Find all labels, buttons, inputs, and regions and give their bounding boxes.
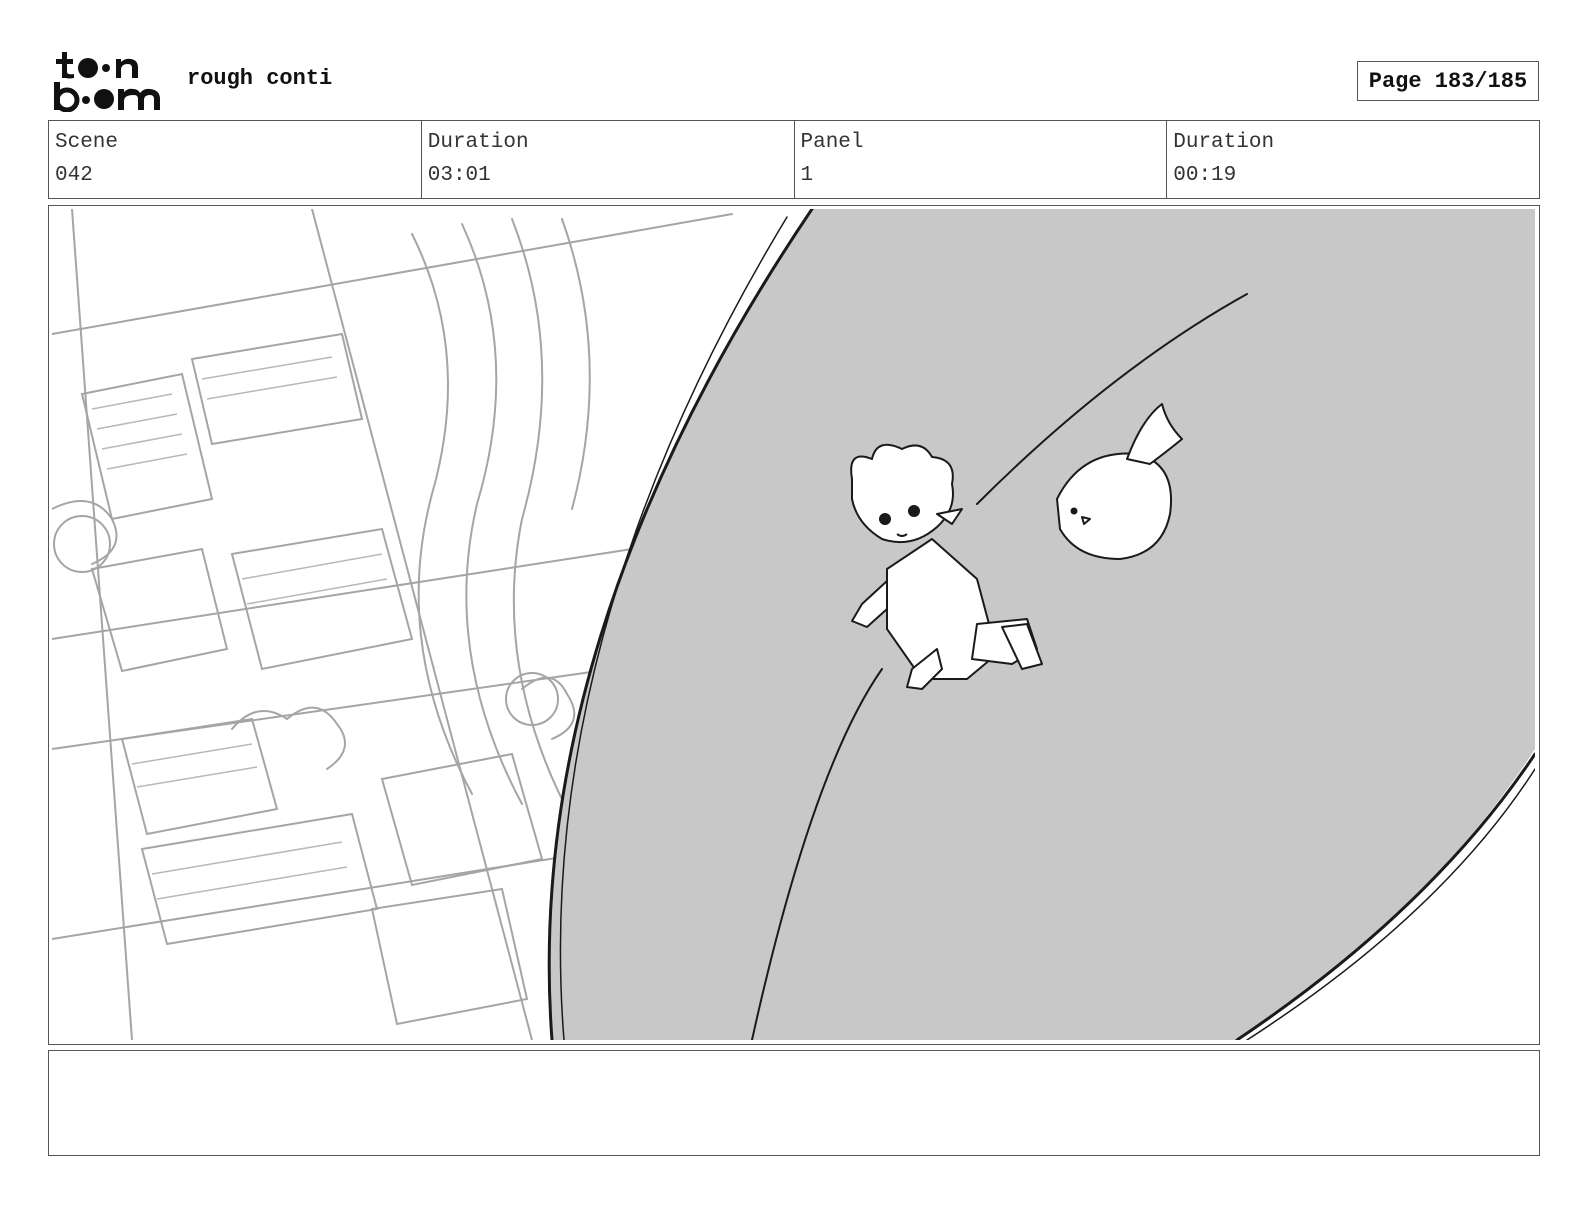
storyboard-panel <box>48 205 1540 1045</box>
toon-boom-logo <box>52 50 164 113</box>
panel-duration-value: 00:19 <box>1173 164 1237 187</box>
scene-duration-value: 03:01 <box>427 164 491 187</box>
scene-info-table: Scene 042 Duration 03:01 Panel 1 Duratio… <box>48 120 1540 199</box>
panel-notes-box <box>48 1050 1540 1156</box>
panel-value: 1 <box>800 164 814 187</box>
panel-duration-cell: Duration 00:19 <box>1167 121 1539 198</box>
storyboard-sketch-icon <box>52 209 1535 1040</box>
scene-duration-cell: Duration 03:01 <box>422 121 795 198</box>
panel-duration-label: Duration <box>1173 131 1275 154</box>
panel-cell: Panel 1 <box>795 121 1168 198</box>
scene-label: Scene <box>55 131 119 154</box>
panel-label: Panel <box>800 131 864 154</box>
scene-value: 042 <box>55 164 93 187</box>
page-indicator: Page 183/185 <box>1357 61 1539 101</box>
scene-cell: Scene 042 <box>49 121 422 198</box>
panel-notes-text <box>49 1051 1539 1067</box>
document-title: rough conti <box>187 66 333 91</box>
logo-icon <box>54 52 160 113</box>
scene-duration-label: Duration <box>427 131 529 154</box>
